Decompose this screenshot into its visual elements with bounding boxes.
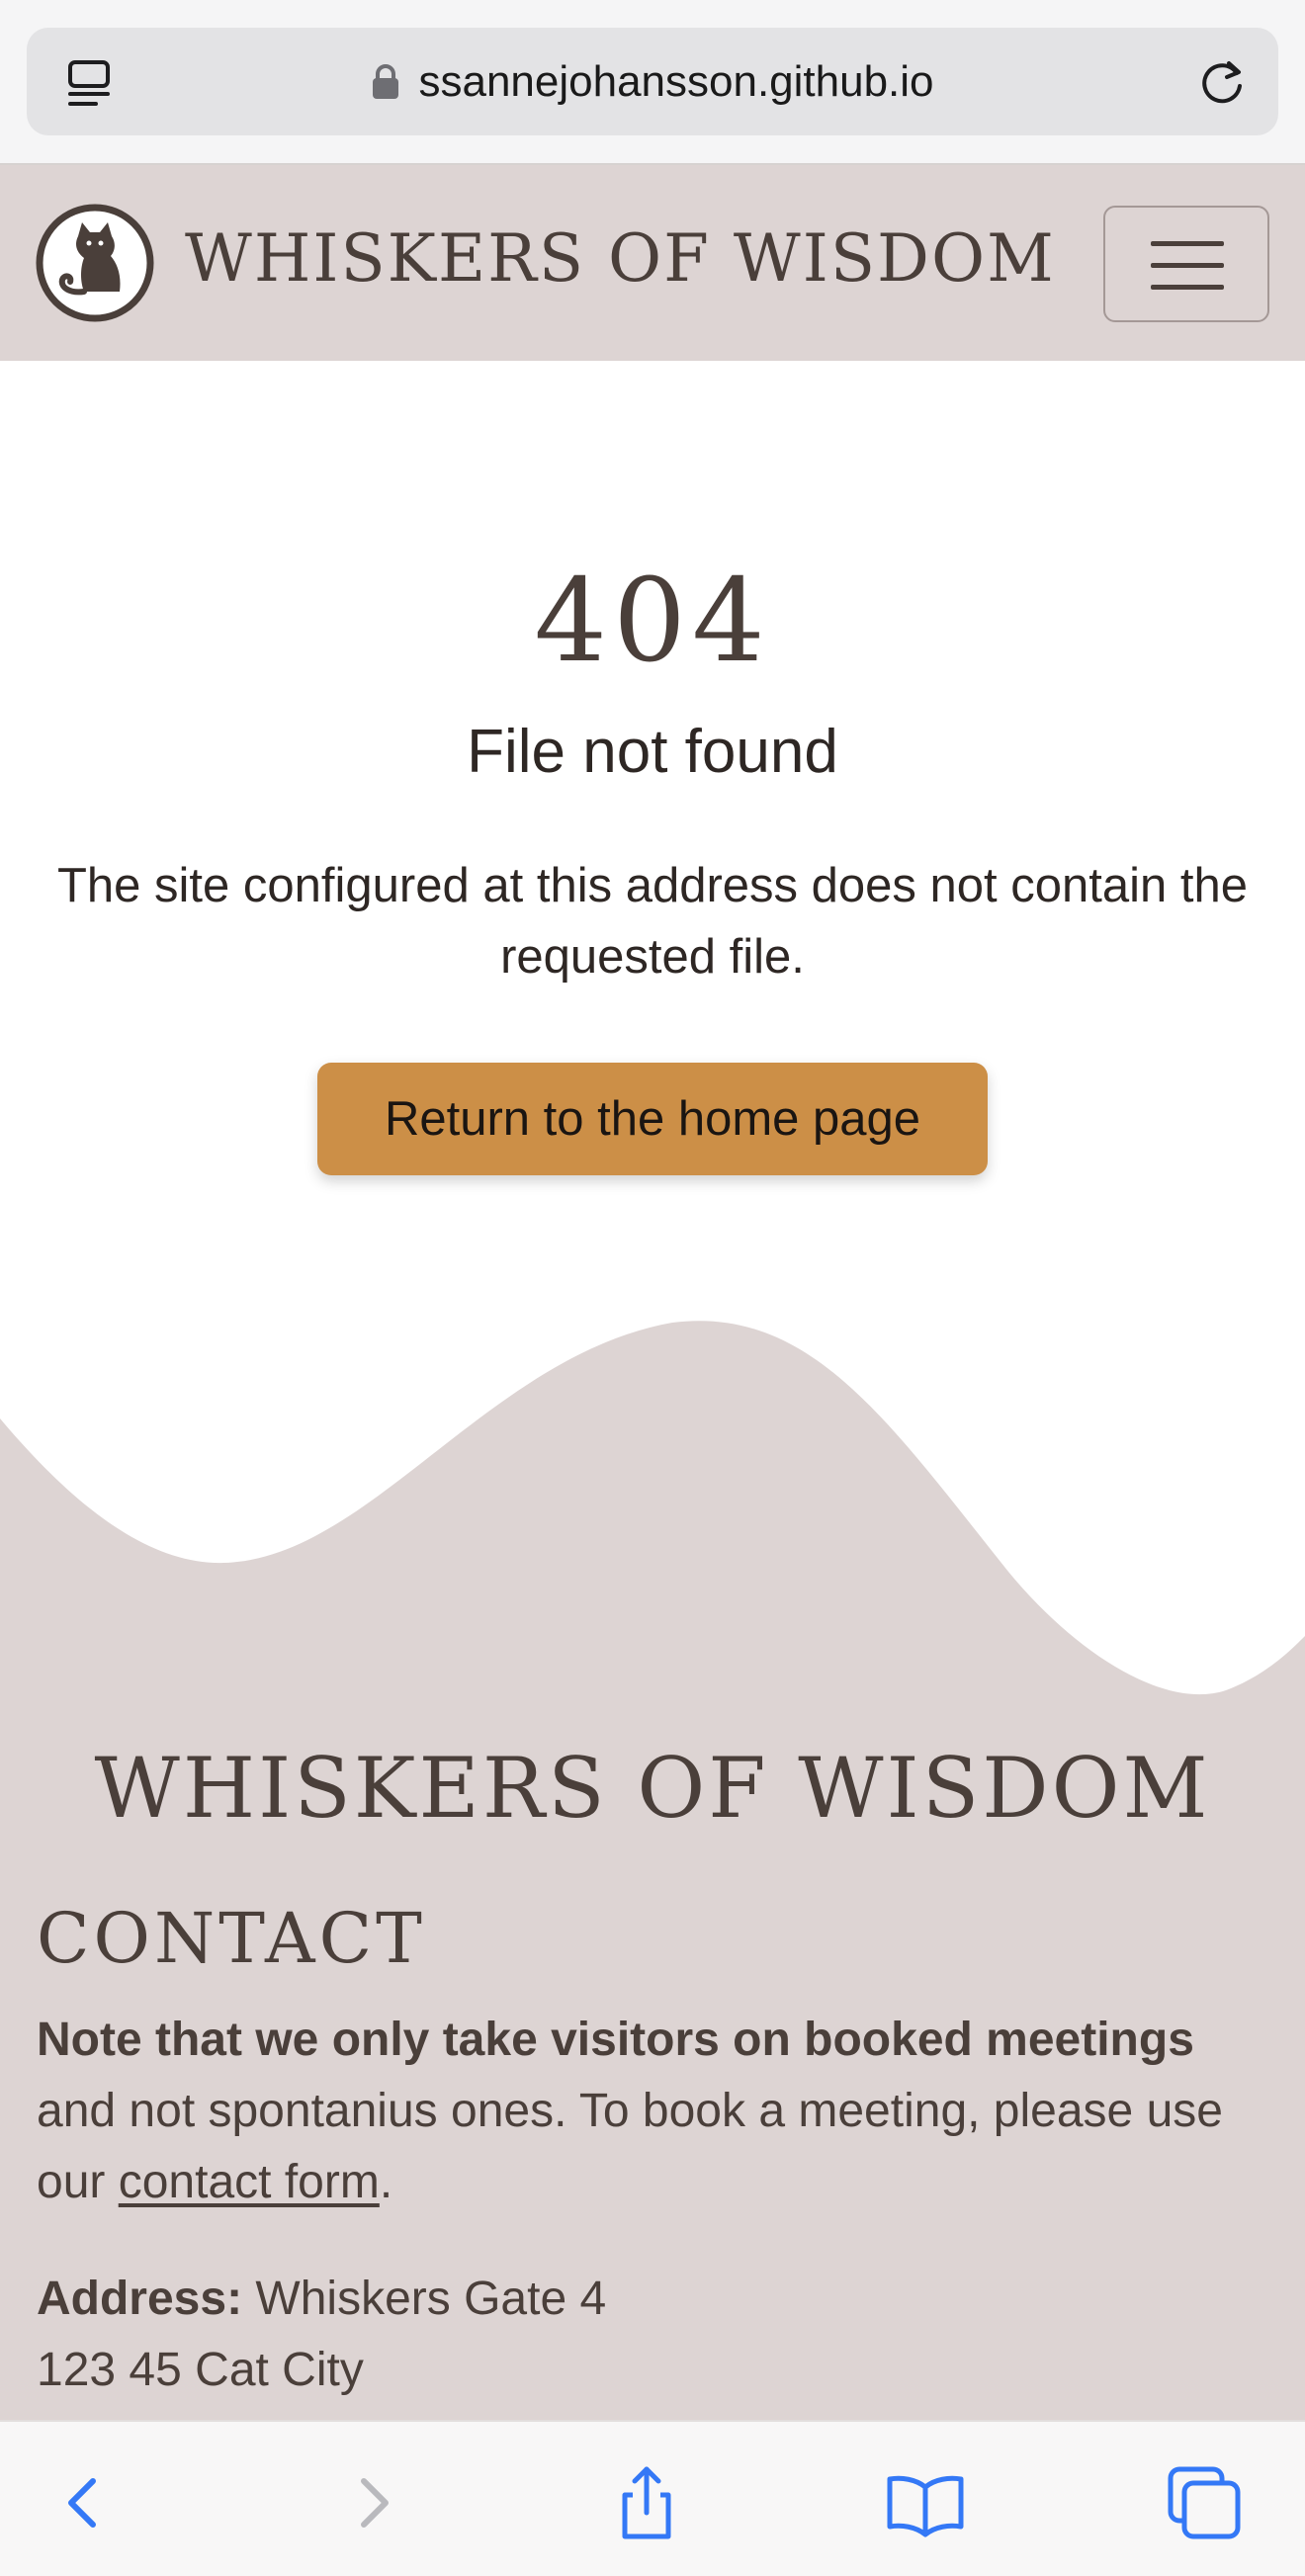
lock-icon <box>373 63 399 99</box>
contact-note-end: . <box>379 2156 393 2208</box>
bookmarks-icon[interactable] <box>886 2463 965 2542</box>
address-line1: Whiskers Gate 4 <box>242 2273 607 2325</box>
footer-brand: Whiskers of Wisdom <box>94 1740 1211 1837</box>
browser-top-bar: ssannejohansson.github.io <box>0 0 1305 165</box>
main-content: 404 File not found The site configured a… <box>0 361 1305 1250</box>
wave-divider <box>0 1321 1305 1760</box>
address-label: Address: <box>37 2273 243 2325</box>
site-brand[interactable]: Whiskers of Wisdom <box>185 220 1056 297</box>
url-text[interactable]: ssannejohansson.github.io <box>418 57 933 107</box>
address-bar[interactable]: ssannejohansson.github.io <box>27 28 1278 135</box>
site-footer: Whiskers of Wisdom Contact Note that we … <box>0 1740 1305 2432</box>
share-icon[interactable] <box>607 2463 686 2542</box>
error-message: The site configured at this address does… <box>57 859 1248 984</box>
forward-icon[interactable] <box>332 2463 411 2542</box>
tabs-overview-icon[interactable] <box>1165 2463 1244 2542</box>
cat-logo-icon[interactable] <box>35 203 155 323</box>
site-navbar: Whiskers of Wisdom <box>0 165 1305 361</box>
contact-note: Note that we only take visitors on booke… <box>37 2005 1282 2218</box>
browser-bottom-toolbar <box>0 2420 1305 2576</box>
address-line2: 123 45 Cat City <box>37 2344 364 2396</box>
contact-form-link[interactable]: contact form <box>119 2156 380 2208</box>
back-icon[interactable] <box>45 2463 125 2542</box>
return-home-button[interactable]: Return to the home page <box>317 1063 988 1175</box>
error-code: 404 <box>534 555 771 688</box>
contact-heading: Contact <box>37 1898 426 1979</box>
contact-note-bold: Note that we only take visitors on booke… <box>37 2014 1194 2066</box>
menu-toggle-button[interactable] <box>1103 206 1269 322</box>
contact-address: Address: Whiskers Gate 4 123 45 Cat City <box>37 2264 1282 2406</box>
error-title: File not found <box>467 718 838 786</box>
reload-icon[interactable] <box>1193 53 1251 111</box>
